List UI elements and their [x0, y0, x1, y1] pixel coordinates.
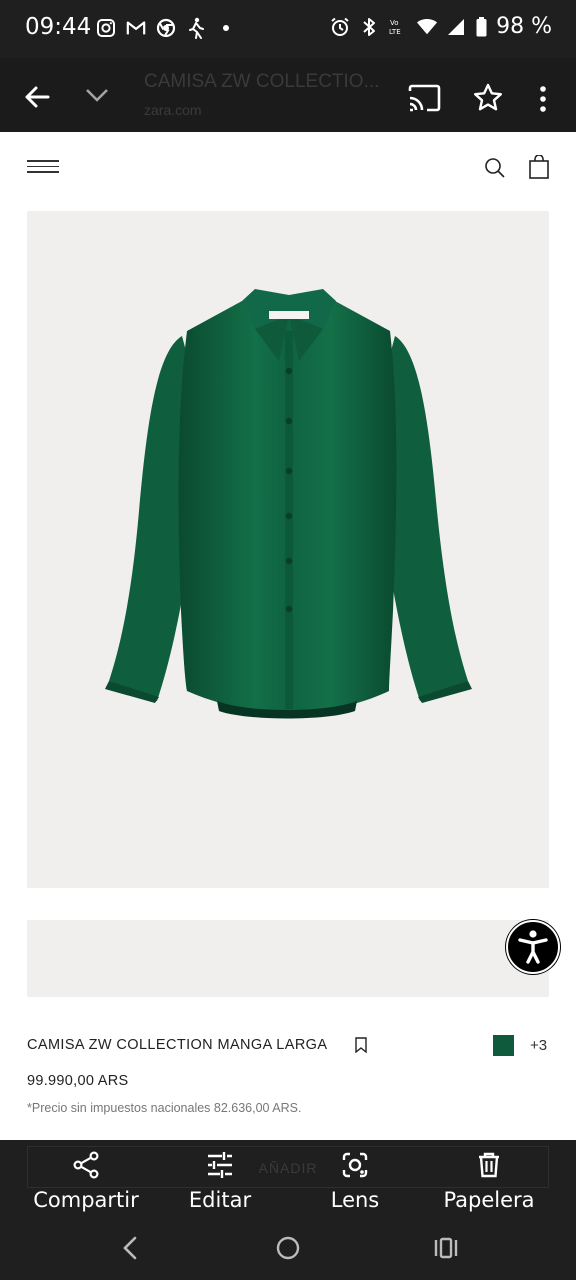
signal-icon — [446, 16, 466, 38]
shopping-bag-icon[interactable] — [528, 154, 550, 179]
more-colors-count[interactable]: +3 — [530, 1037, 547, 1054]
lens-action[interactable]: Lens — [326, 1150, 384, 1212]
share-icon — [71, 1150, 101, 1180]
hamburger-menu-icon[interactable] — [27, 160, 59, 178]
lens-icon — [340, 1150, 370, 1180]
chrome-icon — [156, 17, 176, 39]
status-bar: 09:44 Vo LTE 98 % — [0, 0, 576, 58]
product-name: CAMISA ZW COLLECTION MANGA LARGA — [27, 1037, 328, 1053]
share-label: Compartir — [33, 1188, 139, 1212]
edit-label: Editar — [188, 1188, 252, 1212]
color-swatch[interactable] — [493, 1035, 514, 1056]
page-title: CAMISA ZW COLLECTIO... — [144, 71, 380, 92]
instagram-icon — [96, 17, 116, 39]
back-arrow-icon[interactable] — [22, 82, 52, 112]
browser-toolbar: CAMISA ZW COLLECTIO... zara.com — [0, 58, 576, 132]
status-icons-right: Vo LTE 98 % — [330, 14, 552, 39]
dot-icon — [216, 17, 236, 39]
screenshot-action-bar: AÑADIR Compartir Editar Lens Papelera — [0, 1140, 576, 1280]
status-time: 09:44 — [25, 14, 92, 40]
nav-recent-apps-icon[interactable] — [433, 1236, 459, 1260]
trash-label: Papelera — [443, 1188, 535, 1212]
status-icons-left — [96, 17, 236, 39]
trash-icon — [474, 1150, 504, 1180]
battery-icon — [475, 16, 487, 38]
accessibility-icon — [518, 930, 548, 964]
activity-icon — [186, 17, 206, 39]
edit-action[interactable]: Editar — [188, 1150, 252, 1212]
more-menu-icon[interactable] — [534, 84, 552, 114]
system-navigation-bar — [0, 1220, 576, 1280]
bluetooth-icon — [359, 16, 379, 38]
page-url: zara.com — [144, 102, 202, 118]
battery-percentage: 98 % — [496, 14, 552, 39]
edit-sliders-icon — [205, 1150, 235, 1180]
bookmark-icon[interactable] — [354, 1037, 368, 1054]
share-action[interactable]: Compartir — [33, 1150, 139, 1212]
volte-icon: Vo LTE — [388, 16, 408, 38]
bookmark-star-icon[interactable] — [472, 82, 504, 114]
gmail-icon — [126, 17, 146, 39]
green-shirt-illustration — [105, 289, 472, 719]
trash-action[interactable]: Papelera — [442, 1150, 536, 1212]
accessibility-button[interactable] — [506, 920, 560, 974]
chevron-down-icon[interactable] — [84, 82, 110, 108]
svg-text:Vo: Vo — [390, 19, 399, 27]
svg-text:LTE: LTE — [389, 28, 401, 36]
search-icon[interactable] — [484, 157, 506, 179]
cast-icon[interactable] — [407, 84, 441, 112]
alarm-icon — [330, 16, 350, 38]
tax-note: *Precio sin impuestos nacionales 82.636,… — [27, 1101, 302, 1115]
product-image[interactable] — [27, 211, 549, 888]
product-price: 99.990,00 ARS — [27, 1073, 129, 1089]
nav-back-icon[interactable] — [120, 1234, 140, 1262]
secondary-image-strip[interactable] — [27, 920, 549, 997]
nav-home-icon[interactable] — [276, 1236, 300, 1260]
lens-label: Lens — [330, 1188, 380, 1212]
wifi-icon — [417, 16, 438, 38]
